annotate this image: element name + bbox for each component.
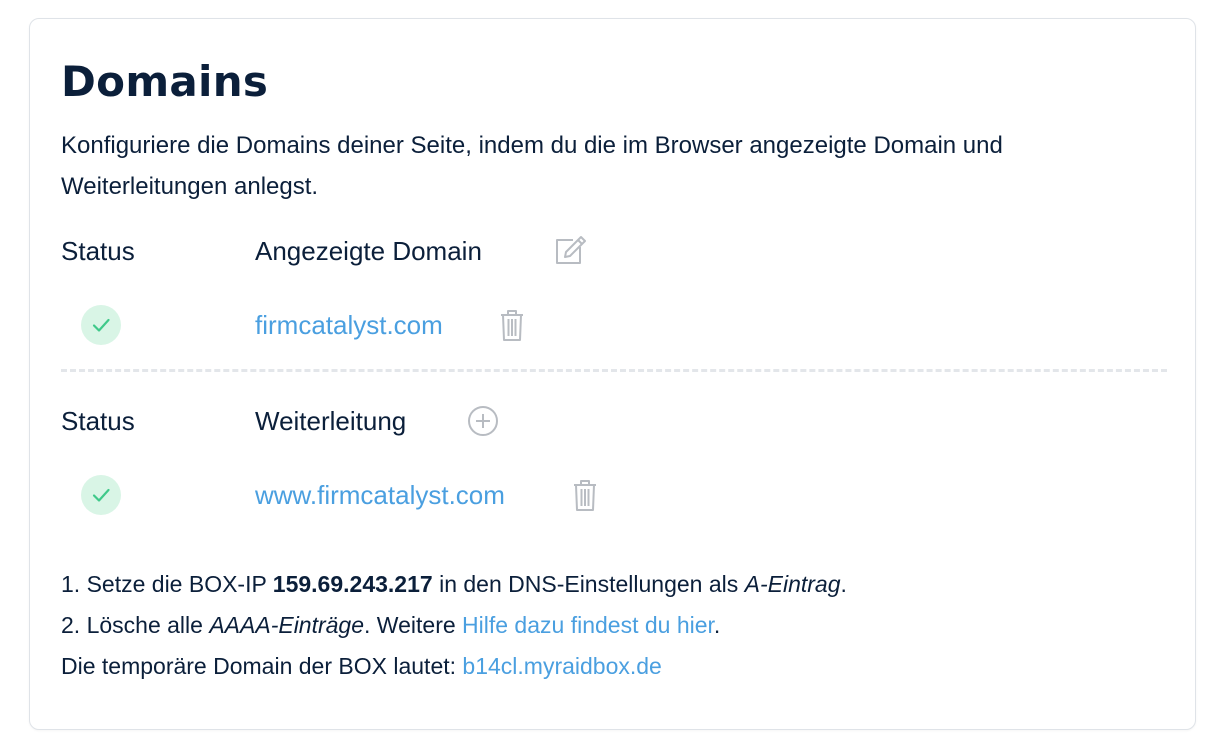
displayed-domain-header: Angezeigte Domain xyxy=(255,236,482,266)
trash-icon[interactable] xyxy=(494,307,530,343)
intro-text: Konfiguriere die Domains deiner Seite, i… xyxy=(61,132,1003,200)
status-ok-indicator xyxy=(81,475,121,515)
instruction-line-1: 1. Setze die BOX-IP 159.69.243.217 in de… xyxy=(61,571,847,597)
a-record-label: A-Eintrag xyxy=(744,571,841,597)
page-title: Domains xyxy=(61,57,269,106)
check-icon xyxy=(92,488,110,502)
redirect-domain-link[interactable]: www.firmcatalyst.com xyxy=(255,480,505,510)
plus-circle-icon[interactable] xyxy=(465,403,501,439)
section-divider xyxy=(61,369,1167,372)
edit-icon[interactable] xyxy=(551,233,587,269)
instruction-line-2: 2. Lösche alle AAAA-Einträge. Weitere Hi… xyxy=(61,612,721,638)
status-ok-indicator xyxy=(81,305,121,345)
check-icon xyxy=(92,318,110,332)
domains-card: Domains Konfiguriere die Domains deiner … xyxy=(29,18,1196,730)
redirect-header: Weiterleitung xyxy=(255,406,407,436)
box-ip: 159.69.243.217 xyxy=(272,571,433,597)
temporary-domain-link[interactable]: b14cl.myraidbox.de xyxy=(462,653,661,679)
displayed-domain-status-header: Status xyxy=(61,236,135,266)
dns-instructions: 1. Setze die BOX-IP 159.69.243.217 in de… xyxy=(61,564,1171,687)
temporary-domain-line: Die temporäre Domain der BOX lautet: b14… xyxy=(61,653,662,679)
displayed-domain-link[interactable]: firmcatalyst.com xyxy=(255,310,443,340)
trash-icon[interactable] xyxy=(567,477,603,513)
redirect-status-header: Status xyxy=(61,406,135,436)
help-link[interactable]: Hilfe dazu findest du hier xyxy=(462,612,714,638)
aaaa-record-label: AAAA-Einträge xyxy=(209,612,365,638)
